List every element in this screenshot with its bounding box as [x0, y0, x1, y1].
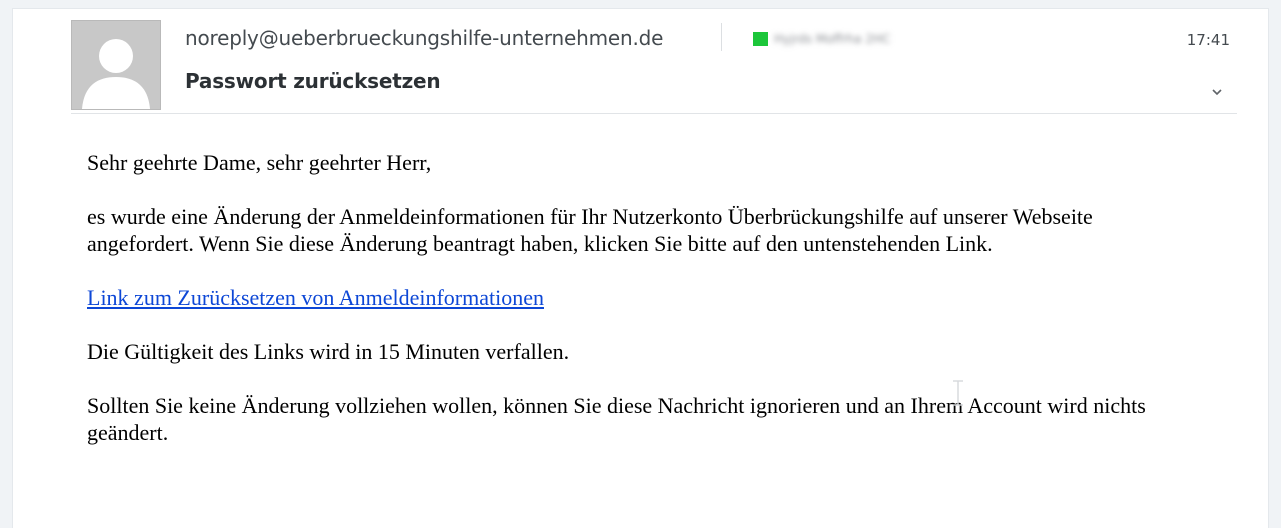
expand-details-button[interactable] [1210, 85, 1224, 99]
recipient-status-badge [753, 32, 768, 46]
validity-notice: Die Gültigkeit des Links wird in 15 Minu… [87, 339, 570, 364]
received-time: 17:41 [1186, 31, 1230, 49]
email-body: Sehr geehrte Dame, sehr geehrter Herr, e… [87, 149, 1187, 473]
sender-avatar[interactable] [71, 20, 161, 110]
email-message: noreply@ueberbrueckungshilfe-unternehmen… [12, 8, 1269, 528]
header-divider [721, 23, 722, 51]
header-divider-line [71, 113, 1237, 114]
body-paragraph: es wurde eine Änderung der Anmeldeinform… [87, 204, 1093, 256]
sender-address[interactable]: noreply@ueberbrueckungshilfe-unternehmen… [185, 26, 663, 50]
closing-paragraph: Sollten Sie keine Änderung vollziehen wo… [87, 393, 1146, 445]
text-cursor-icon [951, 378, 965, 408]
person-placeholder-icon [72, 21, 160, 109]
recipient-name: Hyjrds Moffrha 2HC [774, 32, 891, 46]
greeting: Sehr geehrte Dame, sehr geehrter Herr, [87, 150, 432, 175]
email-subject: Passwort zurücksetzen [185, 69, 441, 93]
recipient[interactable]: Hyjrds Moffrha 2HC [753, 31, 890, 47]
password-reset-link[interactable]: Link zum Zurücksetzen von Anmeldeinforma… [87, 285, 544, 310]
reset-link-paragraph: Link zum Zurücksetzen von Anmeldeinforma… [87, 284, 1187, 311]
chevron-down-icon [1212, 89, 1222, 96]
